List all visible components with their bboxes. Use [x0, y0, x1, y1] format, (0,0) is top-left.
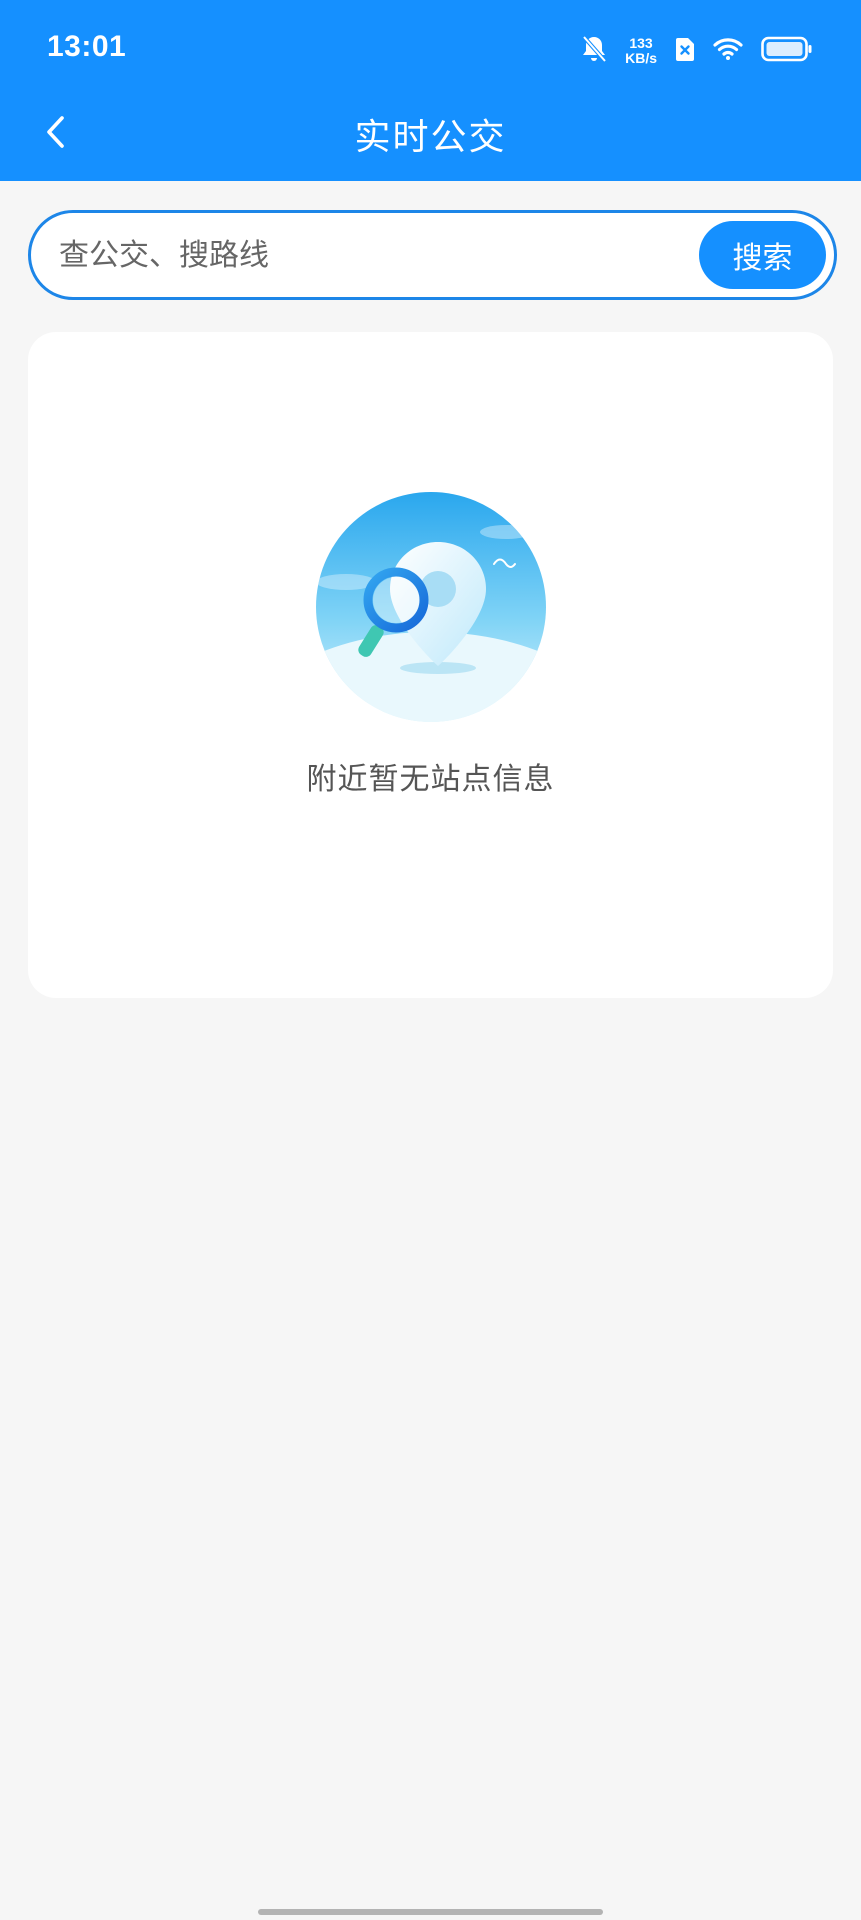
battery-icon	[761, 36, 813, 66]
network-speed: 133 KB/s	[625, 36, 657, 66]
nearby-stops-card: 附近暂无站点信息	[28, 332, 833, 998]
home-indicator[interactable]	[258, 1909, 603, 1915]
search-button[interactable]: 搜索	[699, 221, 826, 289]
mute-bell-icon	[581, 35, 607, 67]
search-bar: 搜索	[28, 210, 837, 300]
wifi-icon	[713, 37, 743, 65]
search-input[interactable]	[59, 213, 679, 297]
empty-state-message: 附近暂无站点信息	[306, 762, 555, 797]
status-time: 13:01	[47, 30, 127, 63]
status-icons: 133 KB/s	[581, 32, 813, 70]
screen: 13:01 133 KB/s 实时公交 查公交、搜路线 搜索 附近暂无站点信息	[0, 0, 861, 1920]
location-pin-magnifier-icon	[316, 492, 546, 722]
page-title: 实时公交	[354, 117, 507, 158]
sim-no-signal-icon	[675, 37, 695, 65]
network-speed-unit: KB/s	[625, 50, 657, 66]
network-speed-value: 133	[629, 35, 653, 51]
app-header: 13:01 133 KB/s 实时公交	[0, 0, 861, 181]
